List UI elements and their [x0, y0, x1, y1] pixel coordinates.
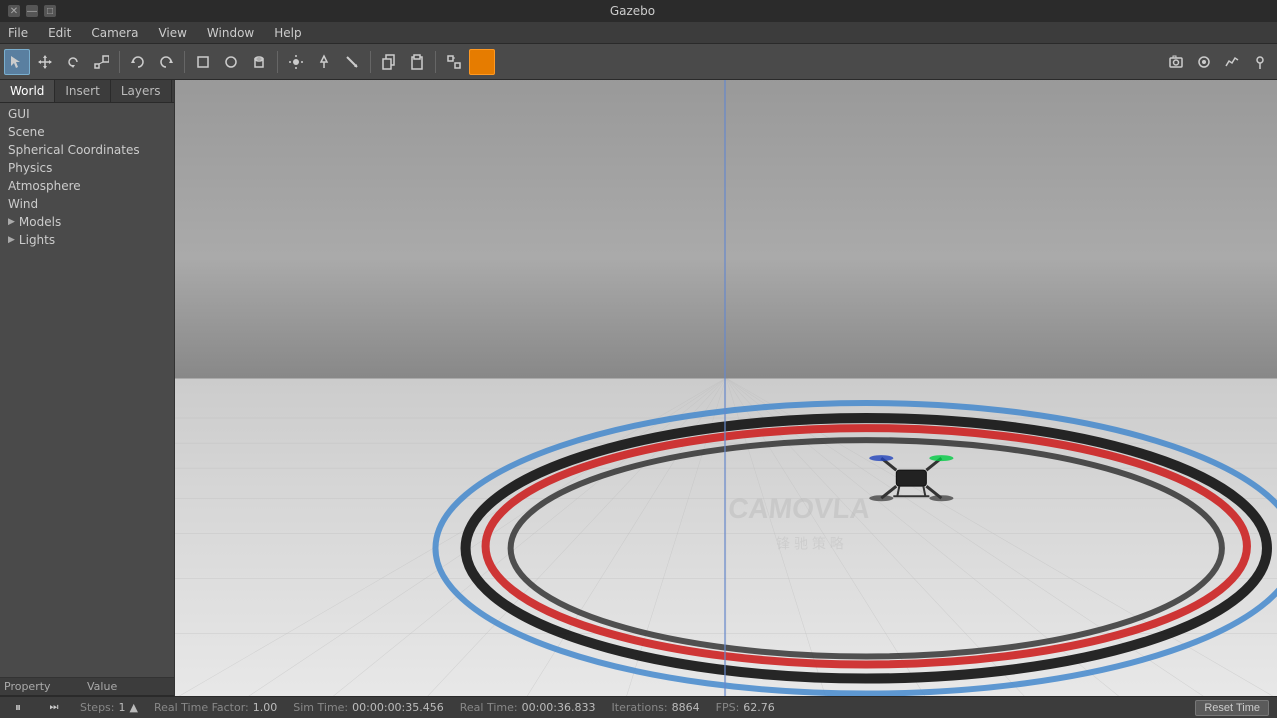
steps-arrow: ▲: [129, 701, 137, 714]
tree-item-wind-label: Wind: [8, 197, 38, 211]
steps-value: 1: [118, 701, 125, 714]
undo-button[interactable]: [125, 49, 151, 75]
plot-button[interactable]: [1219, 49, 1245, 75]
properties-header: Property Value: [0, 678, 174, 696]
real-time-label: Real Time:: [460, 701, 518, 714]
main-layout: World Insert Layers GUI Scene Spherical …: [0, 80, 1277, 696]
tree-item-physics-label: Physics: [8, 161, 52, 175]
translate-tool-button[interactable]: [32, 49, 58, 75]
insert-sphere-button[interactable]: [218, 49, 244, 75]
close-button[interactable]: ✕: [8, 5, 20, 17]
menubar: File Edit Camera View Window Help: [0, 22, 1277, 44]
sim-time-status: Sim Time: 00:00:00:35.456: [293, 701, 444, 714]
menu-view[interactable]: View: [154, 24, 190, 42]
iterations-label: Iterations:: [612, 701, 668, 714]
menu-help[interactable]: Help: [270, 24, 305, 42]
orange-tool-button[interactable]: [469, 49, 495, 75]
fps-value: 62.76: [743, 701, 775, 714]
toolbar: [0, 44, 1277, 80]
titlebar-controls: ✕ — □: [8, 5, 56, 17]
scene-3d: CAMOVLA 锋 驰 策 略: [175, 80, 1277, 696]
svg-text:锋 驰 策 略: 锋 驰 策 略: [776, 535, 844, 551]
separator-3: [277, 51, 278, 73]
left-tree: GUI Scene Spherical Coordinates Physics …: [0, 103, 174, 677]
fps-status: FPS: 62.76: [716, 701, 775, 714]
viewport[interactable]: CAMOVLA 锋 驰 策 略: [175, 80, 1277, 696]
pin-button[interactable]: [1247, 49, 1273, 75]
realtime-factor-value: 1.00: [253, 701, 278, 714]
tree-item-spherical-label: Spherical Coordinates: [8, 143, 140, 157]
tree-item-physics[interactable]: Physics: [0, 159, 174, 177]
statusbar: ⏸ ⏭ Steps: 1 ▲ Real Time Factor: 1.00 Si…: [0, 696, 1277, 718]
separator-1: [119, 51, 120, 73]
value-col-label: Value: [87, 680, 170, 693]
tree-item-atmosphere-label: Atmosphere: [8, 179, 81, 193]
scale-tool-button[interactable]: [88, 49, 114, 75]
pause-button[interactable]: ⏸: [8, 698, 28, 718]
tree-item-wind[interactable]: Wind: [0, 195, 174, 213]
insert-box-button[interactable]: [190, 49, 216, 75]
menu-edit[interactable]: Edit: [44, 24, 75, 42]
tree-item-scene[interactable]: Scene: [0, 123, 174, 141]
maximize-button[interactable]: □: [44, 5, 56, 17]
sim-time-label: Sim Time:: [293, 701, 348, 714]
properties-panel: Property Value: [0, 677, 174, 696]
select-tool-button[interactable]: [4, 49, 30, 75]
fps-label: FPS:: [716, 701, 740, 714]
separator-4: [370, 51, 371, 73]
menu-file[interactable]: File: [4, 24, 32, 42]
tab-insert[interactable]: Insert: [55, 80, 110, 102]
tree-item-gui-label: GUI: [8, 107, 30, 121]
steps-label: Steps:: [80, 701, 114, 714]
paste-button[interactable]: [404, 49, 430, 75]
toolbar-right: [1163, 49, 1273, 75]
property-col-label: Property: [4, 680, 87, 693]
sim-time-value: 00:00:00:35.456: [352, 701, 444, 714]
realtime-factor-label: Real Time Factor:: [154, 701, 249, 714]
tree-item-gui[interactable]: GUI: [0, 105, 174, 123]
tree-item-lights-label: Lights: [19, 233, 55, 247]
tree-item-spherical-coordinates[interactable]: Spherical Coordinates: [0, 141, 174, 159]
menu-camera[interactable]: Camera: [87, 24, 142, 42]
spot-light-button[interactable]: [311, 49, 337, 75]
tree-item-lights[interactable]: Lights: [0, 231, 174, 249]
copy-button[interactable]: [376, 49, 402, 75]
insert-cylinder-button[interactable]: [246, 49, 272, 75]
tree-item-scene-label: Scene: [8, 125, 45, 139]
tree-item-models-label: Models: [19, 215, 61, 229]
real-time-status: Real Time: 00:00:36.833: [460, 701, 596, 714]
step-button[interactable]: ⏭: [44, 698, 64, 718]
tree-item-models[interactable]: Models: [0, 213, 174, 231]
dir-light-button[interactable]: [339, 49, 365, 75]
redo-button[interactable]: [153, 49, 179, 75]
reset-time-button[interactable]: Reset Time: [1195, 700, 1269, 716]
left-panel: World Insert Layers GUI Scene Spherical …: [0, 80, 175, 696]
tab-world[interactable]: World: [0, 80, 55, 102]
point-light-button[interactable]: [283, 49, 309, 75]
separator-2: [184, 51, 185, 73]
separator-5: [435, 51, 436, 73]
minimize-button[interactable]: —: [26, 5, 38, 17]
tree-item-atmosphere[interactable]: Atmosphere: [0, 177, 174, 195]
real-time-value: 00:00:36.833: [522, 701, 596, 714]
tab-layers[interactable]: Layers: [111, 80, 172, 102]
screenshot-button[interactable]: [1163, 49, 1189, 75]
iterations-status: Iterations: 8864: [612, 701, 700, 714]
left-tabs: World Insert Layers: [0, 80, 174, 103]
svg-text:CAMOVLA: CAMOVLA: [727, 493, 871, 524]
snap-button[interactable]: [441, 49, 467, 75]
menu-window[interactable]: Window: [203, 24, 258, 42]
app-title: Gazebo: [610, 4, 655, 18]
iterations-value: 8864: [672, 701, 700, 714]
rotate-tool-button[interactable]: [60, 49, 86, 75]
steps-status: Steps: 1 ▲: [80, 701, 138, 714]
realtime-factor-status: Real Time Factor: 1.00: [154, 701, 277, 714]
titlebar: ✕ — □ Gazebo: [0, 0, 1277, 22]
record-button[interactable]: [1191, 49, 1217, 75]
